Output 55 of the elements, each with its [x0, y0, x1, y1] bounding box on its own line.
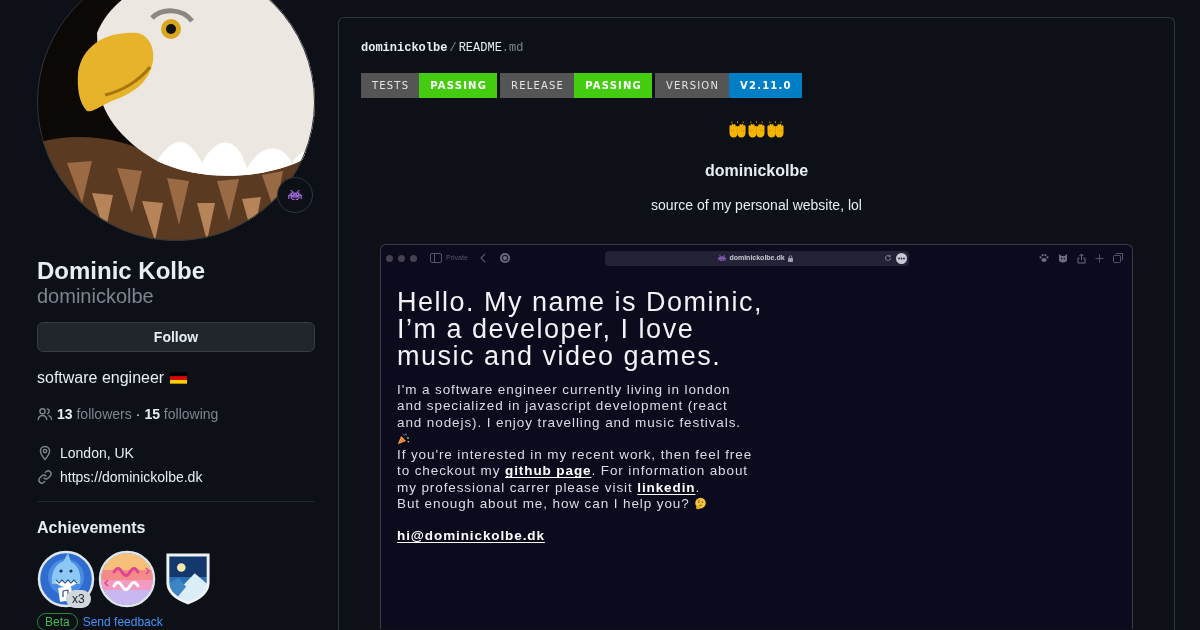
location-pin-icon: [37, 445, 53, 461]
about-paragraph: I'm a software engineer currently living in london and specialized in javascript development (react and nodejs). I enjoy travelling and music festivals. If you're interested in my recent work, then feel free to checkout my github page. For information about my professional carrer please visit linkedin. But enough about me, how can I help you?: [397, 382, 754, 513]
path-separator: /: [449, 40, 457, 57]
bio-text: software engineer: [37, 368, 165, 388]
follow-button[interactable]: Follow: [37, 322, 315, 352]
lock-icon: [787, 254, 793, 262]
badge-value: V2.11.0: [729, 73, 802, 98]
feedback-link[interactable]: Send feedback: [82, 614, 163, 630]
website-heading: Hello. My name is Dominic, I’m a developer, I love music and video games.: [397, 289, 765, 370]
inline-link[interactable]: linkedin: [637, 479, 696, 495]
email-link[interactable]: hi@dominickolbe.dk: [397, 528, 545, 545]
alien-status-icon[interactable]: [277, 177, 313, 213]
ring-icon: [499, 253, 510, 263]
owner-link[interactable]: dominickolbe: [361, 39, 448, 57]
sidebar-icon: [430, 253, 442, 263]
website-link[interactable]: https://dominickolbe.dk: [60, 467, 203, 487]
raised-hands-icon: [766, 121, 785, 138]
window-dot-icon: [398, 254, 405, 262]
thinking-face-icon: [694, 497, 708, 511]
raised-hands-icon: [747, 121, 766, 138]
more-icon: [895, 252, 907, 264]
raised-hands-icon: [728, 121, 747, 138]
badge-label: VERSION: [654, 73, 730, 98]
window-dot-icon: [410, 254, 417, 262]
people-icon: [37, 406, 53, 422]
profile-name: Dominic Kolbe: [37, 256, 206, 286]
link-icon: [37, 469, 53, 485]
followers-link[interactable]: 13 followers: [57, 404, 132, 424]
alien-icon: [718, 255, 727, 261]
readme-description: source of my personal website, lol: [651, 196, 862, 215]
inline-link[interactable]: github page: [505, 463, 592, 479]
readme-title: dominickolbe: [704, 161, 809, 181]
rainbow-badge-icon[interactable]: [98, 550, 156, 608]
plus-icon: [1095, 253, 1104, 263]
share-icon: [1077, 252, 1086, 264]
file-name: README.md: [458, 40, 524, 57]
flag-icon: [170, 372, 188, 384]
achievement-count: x3: [66, 590, 91, 608]
badge-label: TESTS: [361, 73, 420, 98]
following-link[interactable]: 15 following: [144, 404, 219, 424]
party-popper-icon: [397, 431, 410, 445]
achievements-heading: Achievements: [37, 518, 147, 538]
profile-username: dominickolbe: [37, 284, 155, 308]
badge-label: RELEASE: [500, 73, 575, 98]
location-text: London, UK: [60, 444, 134, 463]
separator-dot: ·: [135, 405, 141, 424]
mountain-shield-icon[interactable]: [165, 552, 211, 606]
cat-face-icon: [1058, 253, 1068, 263]
back-icon: [479, 253, 486, 263]
badge-value: PASSING: [574, 73, 652, 98]
tabs-icon: [1113, 253, 1123, 263]
window-dot-icon: [386, 254, 393, 262]
reload-icon: [883, 254, 892, 262]
badge-value: PASSING: [419, 73, 498, 98]
paw-icon: [1039, 253, 1049, 263]
